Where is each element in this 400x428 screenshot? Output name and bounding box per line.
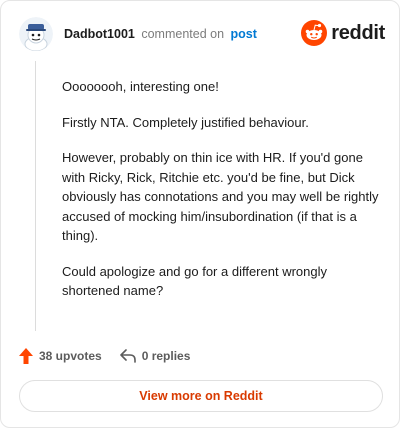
view-more-button[interactable]: View more on Reddit: [19, 380, 383, 412]
comment-paragraph: Firstly NTA. Completely justified behavi…: [62, 114, 309, 130]
comment-body: Oooooooh, interesting one! Firstly NTA. …: [62, 77, 380, 317]
comment-paragraph: Could apologize and go for a different w…: [62, 263, 327, 299]
upvote-arrow-icon: [19, 348, 33, 364]
comment-actions: 38 upvotes 0 replies: [19, 346, 208, 366]
post-link[interactable]: post: [231, 27, 257, 41]
comment-paragraph: However, probably on thin ice with HR. I…: [62, 150, 379, 243]
thread-line: [35, 61, 36, 331]
reddit-wordmark: reddit: [331, 21, 385, 44]
username[interactable]: Dadbot1001: [64, 27, 135, 41]
reply-arrow-icon: [119, 349, 136, 363]
reply-count: 0 replies: [141, 349, 191, 363]
comment-paragraph: Oooooooh, interesting one!: [62, 79, 219, 94]
reddit-logo[interactable]: reddit: [301, 20, 385, 46]
comment-embed-card: Dadbot1001 commented on post reddit Oooo…: [0, 0, 400, 428]
commented-label: commented on: [141, 27, 225, 41]
dadbot-avatar-icon: [19, 17, 53, 51]
comment-meta: Dadbot1001 commented on post: [64, 27, 257, 41]
reply-button[interactable]: 0 replies: [119, 349, 191, 363]
reddit-snoo-icon: [301, 20, 328, 46]
avatar[interactable]: [19, 17, 53, 51]
upvote-button[interactable]: 38 upvotes: [19, 348, 102, 364]
upvote-count: 38 upvotes: [39, 349, 102, 363]
comment-header: Dadbot1001 commented on post reddit: [19, 17, 385, 51]
